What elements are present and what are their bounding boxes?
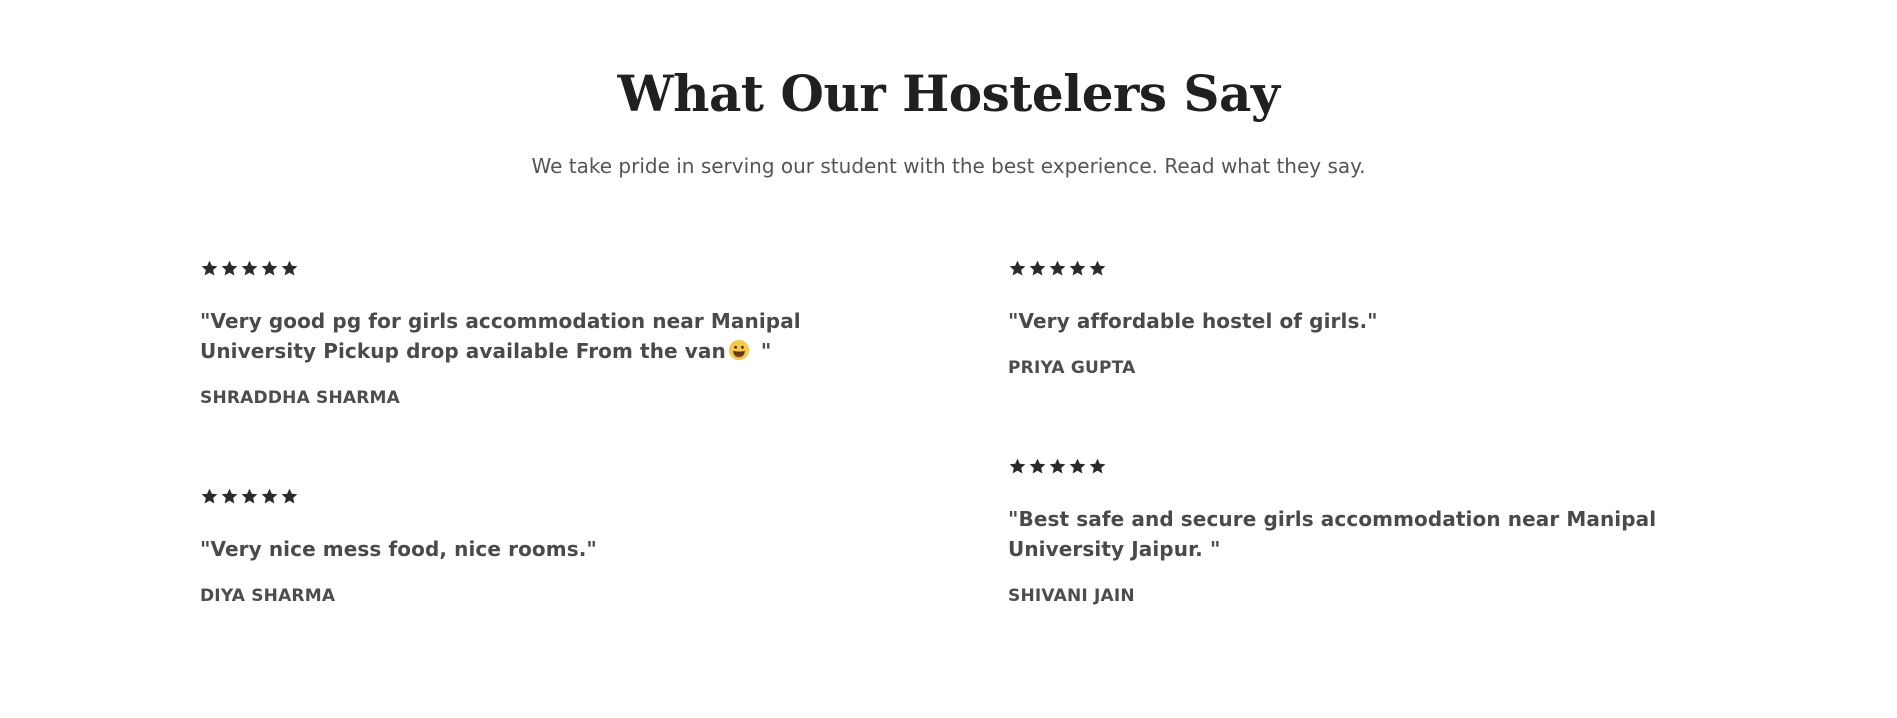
- star-icon: [280, 259, 299, 278]
- star-icon: [1028, 259, 1047, 278]
- star-icon: [260, 487, 279, 506]
- star-rating: [200, 486, 900, 506]
- star-icon: [1068, 259, 1087, 278]
- testimonial-card: "Very good pg for girls accommodation ne…: [200, 258, 900, 410]
- star-icon: [1008, 259, 1027, 278]
- star-rating: [1008, 258, 1708, 278]
- star-icon: [240, 259, 259, 278]
- star-icon: [220, 259, 239, 278]
- star-icon: [1068, 457, 1087, 476]
- grinning-face-emoji-icon: [728, 339, 750, 361]
- section-title: What Our Hostelers Say: [617, 64, 1280, 123]
- testimonial-card: "Very nice mess food, nice rooms." DIYA …: [200, 486, 900, 608]
- section-subtitle: We take pride in serving our student wit…: [531, 154, 1366, 178]
- star-icon: [1048, 457, 1067, 476]
- star-icon: [260, 259, 279, 278]
- testimonial-card: "Very affordable hostel of girls." PRIYA…: [1008, 258, 1708, 380]
- star-icon: [200, 487, 219, 506]
- star-icon: [200, 259, 219, 278]
- testimonial-quote: "Best safe and secure girls accommodatio…: [1008, 507, 1657, 561]
- star-icon: [1028, 457, 1047, 476]
- star-icon: [1088, 457, 1107, 476]
- star-icon: [280, 487, 299, 506]
- star-icon: [1088, 259, 1107, 278]
- testimonial-author: SHIVANI JAIN: [1008, 586, 1135, 606]
- testimonial-quote: "Very nice mess food, nice rooms.": [200, 537, 597, 561]
- star-rating: [1008, 456, 1708, 476]
- star-icon: [1048, 259, 1067, 278]
- testimonial-card: "Best safe and secure girls accommodatio…: [1008, 456, 1708, 608]
- testimonial-author: PRIYA GUPTA: [1008, 358, 1136, 378]
- star-rating: [200, 258, 900, 278]
- quote-text-end: ": [753, 339, 772, 363]
- star-icon: [220, 487, 239, 506]
- testimonial-quote: "Very good pg for girls accommodation ne…: [200, 306, 900, 366]
- testimonial-quote: "Very affordable hostel of girls.": [1008, 309, 1378, 333]
- testimonials-section: What Our Hostelers Say We take pride in …: [0, 0, 1897, 718]
- star-icon: [240, 487, 259, 506]
- quote-text: "Very good pg for girls accommodation ne…: [200, 309, 801, 363]
- star-icon: [1008, 457, 1027, 476]
- testimonial-author: SHRADDHA SHARMA: [200, 388, 401, 408]
- testimonial-author: DIYA SHARMA: [200, 586, 336, 606]
